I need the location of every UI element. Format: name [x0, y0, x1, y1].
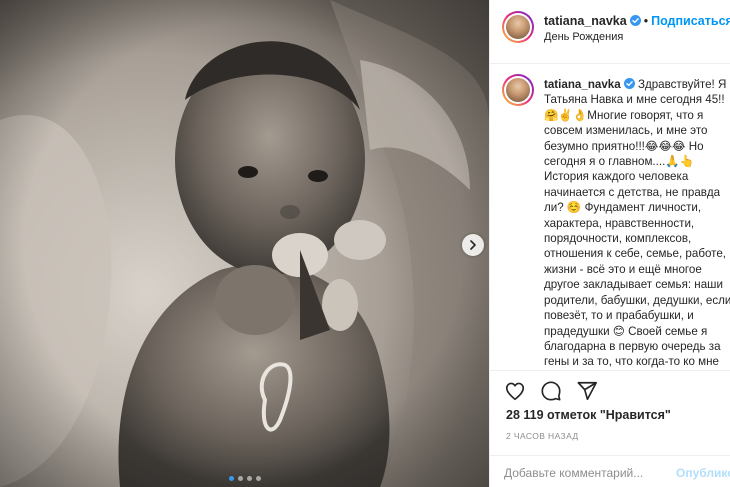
header-user-line: tatiana_navka • Подписаться: [544, 14, 730, 28]
comment-input[interactable]: [504, 464, 664, 482]
avatar[interactable]: [502, 11, 534, 43]
caption-username-link[interactable]: tatiana_navka: [544, 78, 621, 91]
baby-photo-image: [0, 0, 489, 487]
publish-button[interactable]: Опубликовать: [676, 466, 730, 480]
post-side-panel: tatiana_navka • Подписаться День Рождения …: [489, 0, 730, 487]
verified-badge-icon: [629, 15, 641, 26]
verified-badge-icon: [623, 78, 635, 89]
chevron-right-icon: [470, 240, 476, 250]
carousel-dot: [255, 476, 261, 481]
share-icon[interactable]: [576, 380, 598, 402]
caption-area: tatiana_navka Здравствуйте! Я Татьяна На…: [490, 64, 730, 370]
heart-icon[interactable]: [504, 380, 526, 402]
follow-button[interactable]: Подписаться: [651, 14, 730, 28]
avatar[interactable]: [502, 74, 534, 106]
action-icons: [504, 380, 598, 402]
header-separator: •: [643, 14, 649, 28]
post-photo[interactable]: [0, 0, 489, 487]
location-link[interactable]: День Рождения: [544, 31, 623, 43]
post-actions: 28 119 отметок "Нравится" 2 ЧАСОВ НАЗАД …: [490, 370, 730, 487]
post-caption: tatiana_navka Здравствуйте! Я Татьяна На…: [544, 77, 730, 370]
comment-bar: Опубликовать: [490, 455, 730, 487]
caption-text: Здравствуйте! Я Татьяна Навка и мне сего…: [544, 78, 730, 369]
carousel-next-button[interactable]: [462, 234, 484, 256]
carousel-dot: [246, 476, 252, 481]
carousel-dots: [0, 476, 489, 481]
carousel-dot: [237, 476, 243, 481]
carousel-dot: [228, 476, 234, 481]
post-timestamp[interactable]: 2 ЧАСОВ НАЗАД: [506, 431, 579, 441]
post-header: tatiana_navka • Подписаться День Рождения: [490, 0, 730, 64]
comment-icon[interactable]: [540, 380, 562, 402]
header-username-link[interactable]: tatiana_navka: [544, 14, 627, 28]
likes-count[interactable]: 28 119 отметок "Нравится": [506, 408, 671, 422]
